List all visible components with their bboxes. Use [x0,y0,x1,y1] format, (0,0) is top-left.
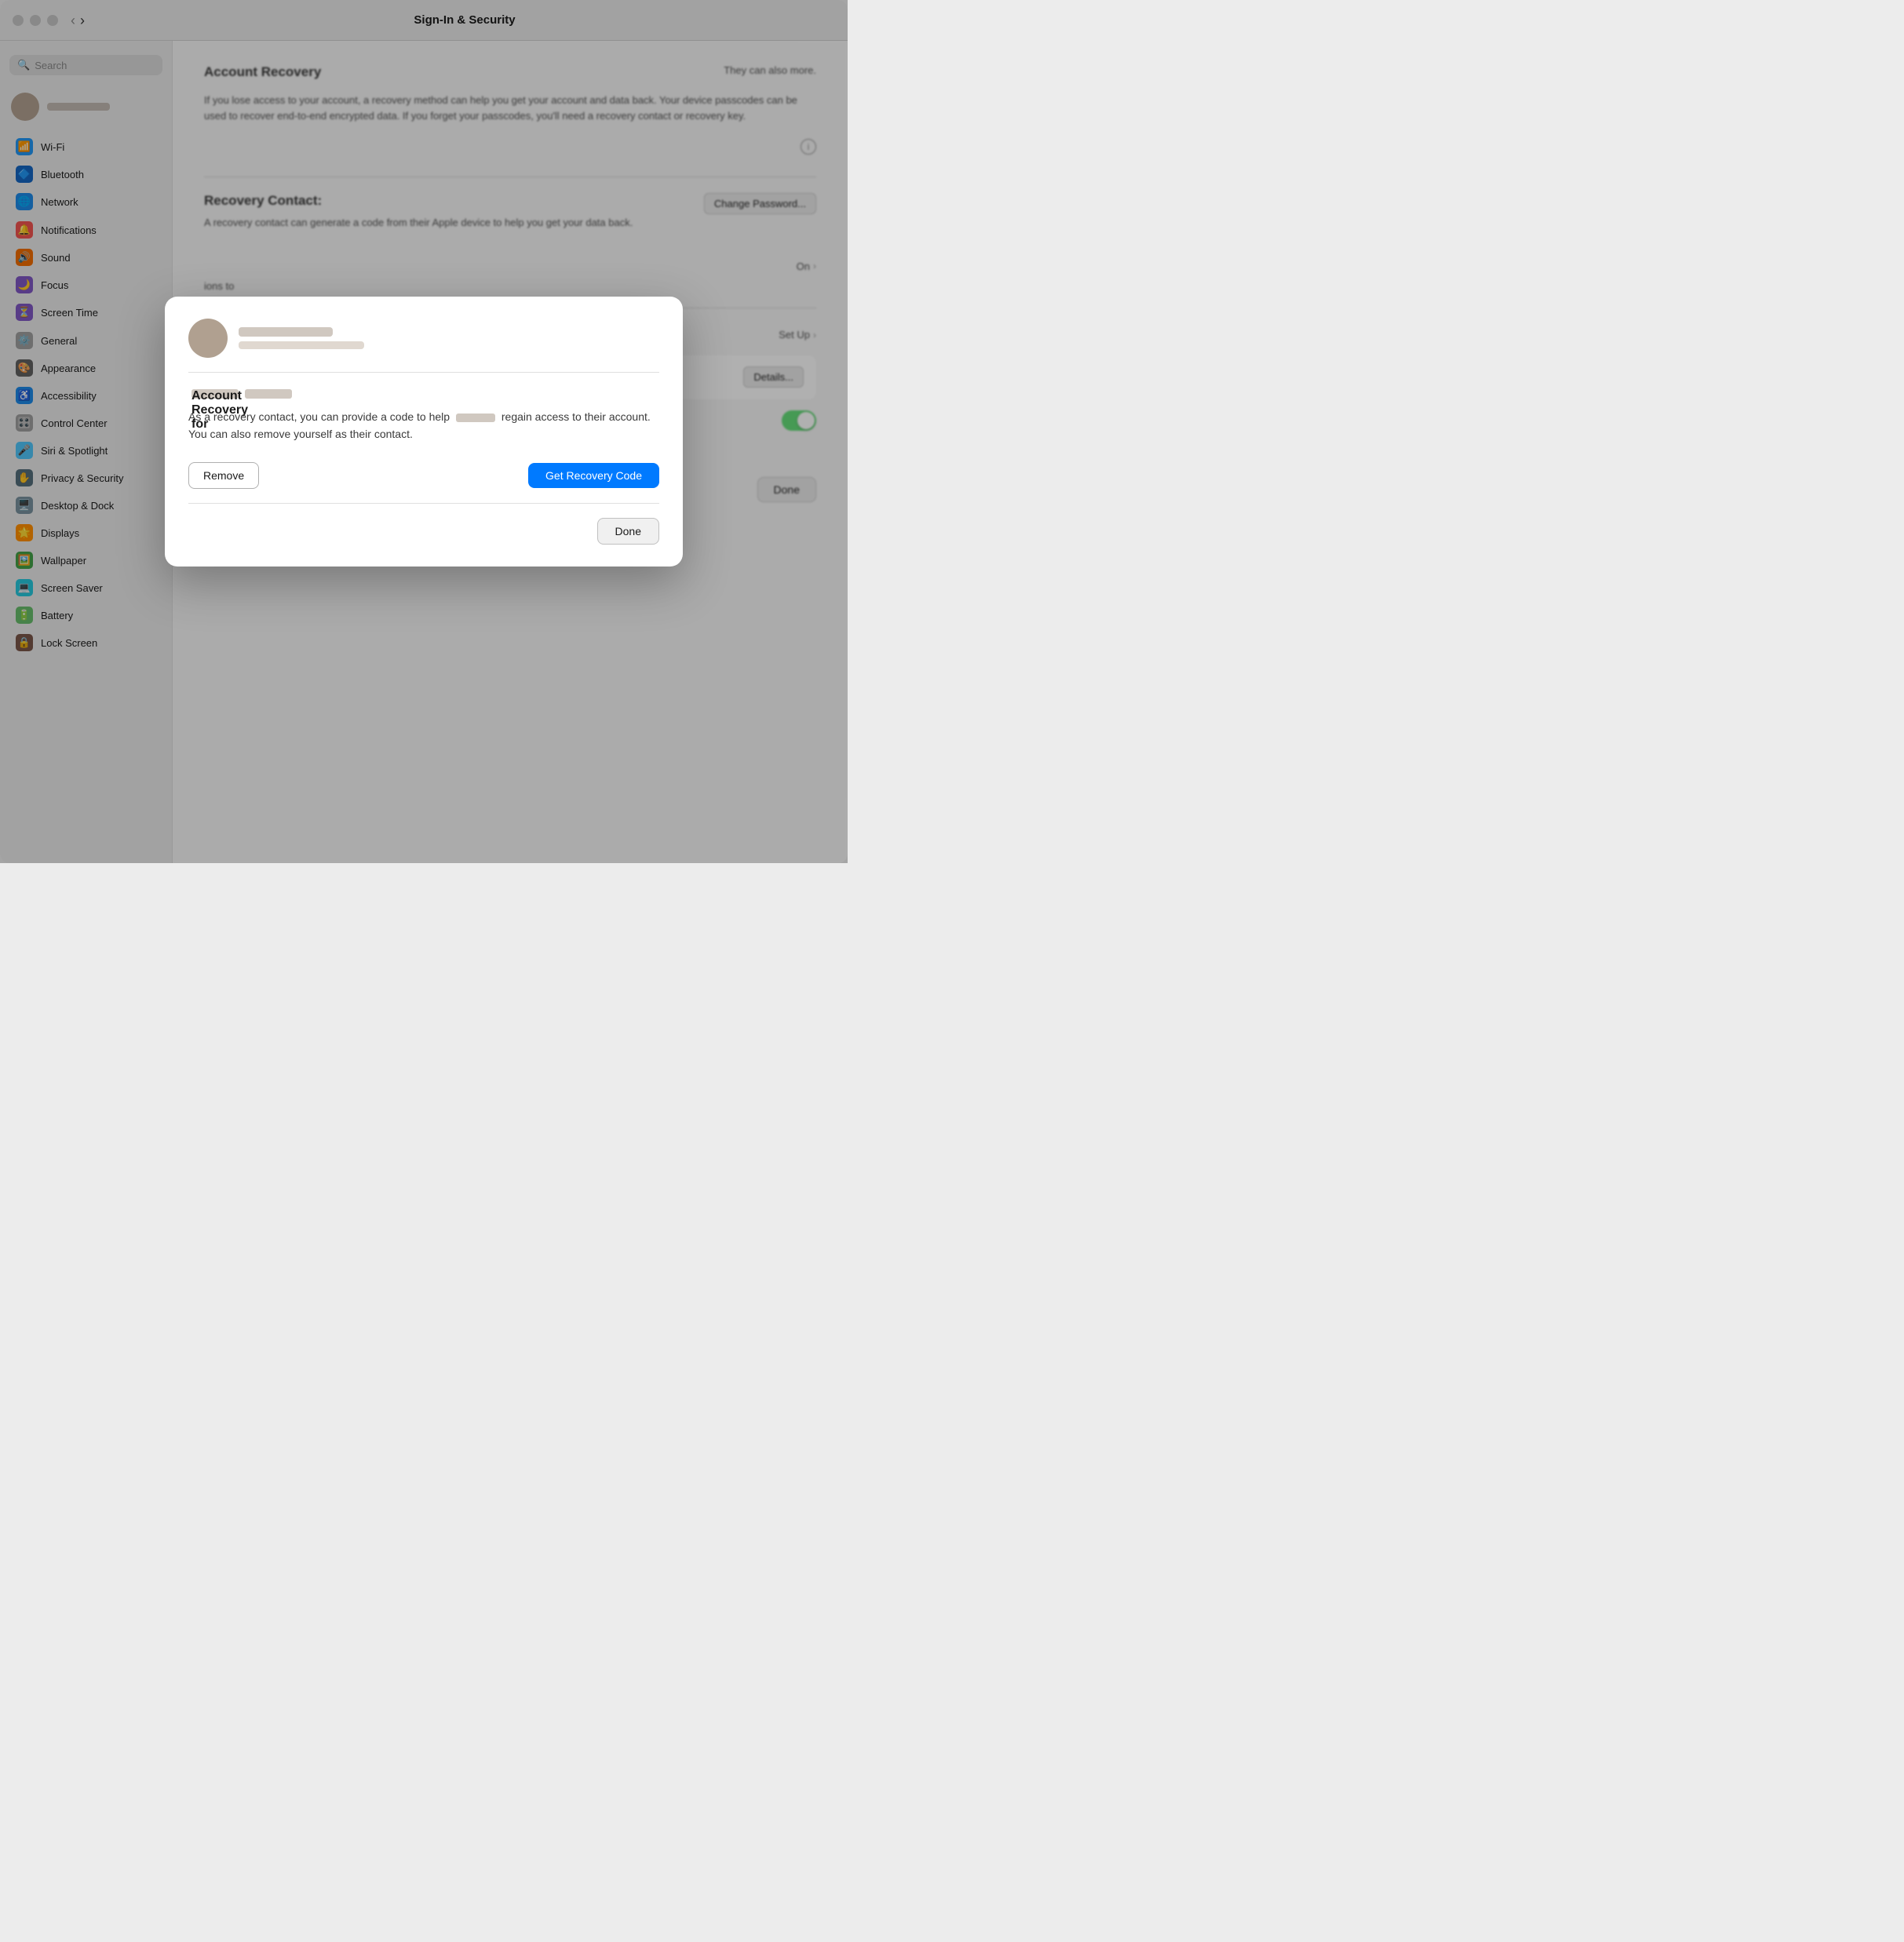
modal-action-buttons: Remove Get Recovery Code [188,462,659,489]
modal-section-title: Account Recovery for [188,387,659,401]
modal-user-avatar [188,319,228,358]
modal-body-text: As a recovery contact, you can provide a… [188,409,659,443]
modal-user-email [239,341,364,349]
modal-user-name [239,327,333,337]
modal-done-row: Done [188,518,659,545]
modal-user-row [188,319,659,373]
modal-dialog: Account Recovery for As a recovery conta… [165,297,683,566]
modal-divider [188,503,659,504]
get-recovery-code-button[interactable]: Get Recovery Code [528,463,659,488]
modal-body-name-blur [456,414,495,422]
modal-person-name-blur [245,389,292,399]
modal-overlay[interactable]: Account Recovery for As a recovery conta… [0,0,848,863]
remove-button[interactable]: Remove [188,462,259,489]
main-window: ‹ › Sign-In & Security 🔍 Search 📶 Wi-Fi [0,0,848,863]
modal-done-button[interactable]: Done [597,518,659,545]
modal-user-info [239,327,364,349]
